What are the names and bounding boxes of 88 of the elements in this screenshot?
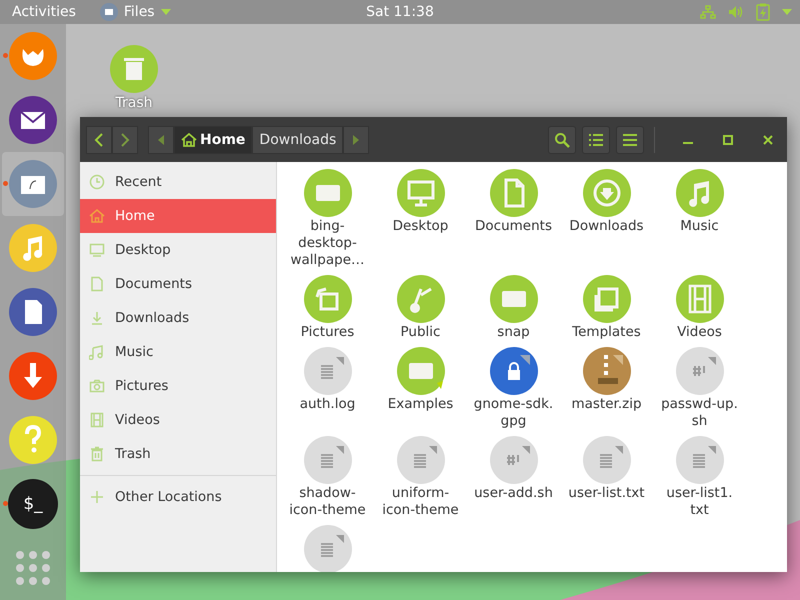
network-icon[interactable] [700,5,716,19]
file-name[interactable]: Pictures [282,324,374,341]
triangle-left-icon [158,134,164,144]
text-file-icon[interactable] [304,436,352,484]
sidebar-item[interactable]: Pictures [80,369,276,403]
minimize-icon [683,142,693,144]
file-name[interactable]: user-add.sh [468,485,560,502]
search-button[interactable] [548,126,576,154]
path-left-button[interactable] [148,126,174,154]
forward-button[interactable] [112,126,138,154]
sidebar-item[interactable]: Documents [80,267,276,301]
home-icon [181,132,197,146]
picture-folder-icon[interactable] [304,275,352,323]
file-name[interactable]: Templates [560,324,652,341]
template-folder-icon[interactable] [582,275,630,323]
sidebar-item[interactable]: Other Locations [80,480,276,514]
chevron-right-icon [120,132,130,146]
monitor-folder-icon[interactable] [396,169,444,217]
maximize-icon [723,134,733,144]
folder-icon[interactable] [490,275,538,323]
music-icon [89,344,105,360]
file-name[interactable]: Downloads [560,218,652,235]
file-name[interactable]: auth.log [282,396,374,413]
film-folder-icon[interactable] [676,275,724,323]
script-file-icon[interactable] [676,347,724,395]
lock-file-icon[interactable] [490,347,538,395]
path-right-button[interactable] [343,126,370,154]
file-name[interactable]: Documents [468,218,560,235]
script-file-icon[interactable] [490,436,538,484]
file-name[interactable]: snap [468,324,560,341]
folder-icon[interactable] [396,347,444,395]
zip-file-icon[interactable] [582,347,630,395]
home-icon [89,208,105,224]
path-segment[interactable]: Downloads [252,126,344,154]
chevron-left-icon [94,132,104,146]
share-folder-icon[interactable] [396,275,444,323]
camera-icon [89,378,105,394]
music-folder-icon[interactable] [676,169,724,217]
sidebar-item[interactable]: Videos [80,403,276,437]
document-folder-icon[interactable] [490,169,538,217]
menu-icon [623,134,637,146]
file-name[interactable]: Public [374,324,466,341]
text-file-icon[interactable] [304,525,352,572]
menu-button[interactable] [616,126,644,154]
sidebar-item[interactable]: Downloads [80,301,276,335]
film-icon [89,412,105,428]
caret-icon[interactable] [782,9,792,15]
app-grid-icon[interactable] [16,551,50,585]
download-icon [89,310,105,326]
download-folder-icon[interactable] [582,169,630,217]
caret-icon [160,9,171,15]
search-icon [554,132,570,148]
file-name[interactable]: user-list1. txt [654,485,746,519]
list-view-button[interactable] [582,126,610,154]
sidebar-item[interactable]: Desktop [80,233,276,267]
folder-icon[interactable] [304,169,352,217]
text-file-icon[interactable] [582,436,630,484]
sidebar-item[interactable]: Music [80,335,276,369]
path-segment[interactable]: Home [174,126,252,154]
file-name[interactable]: user-list.txt [560,485,652,502]
volume-icon[interactable] [728,5,744,19]
text-file-icon[interactable] [676,436,724,484]
file-name[interactable]: Desktop [374,218,466,235]
file-name[interactable]: passwd-up. sh [654,396,746,430]
triangle-right-icon [353,134,360,144]
file-name[interactable]: gnome-sdk. gpg [468,396,560,430]
sidebar-item[interactable]: Recent [80,165,276,199]
clock-icon [89,174,105,190]
file-name[interactable]: bing- desktop- wallpape… [282,218,374,269]
file-name[interactable]: Videos [654,324,746,341]
trash-icon [89,446,105,462]
monitor-icon [89,242,105,258]
text-file-icon[interactable] [396,436,444,484]
trash-icon[interactable] [110,45,158,93]
file-name[interactable]: Examples [374,396,466,413]
file-name[interactable]: uniform- icon-theme [374,485,466,519]
sidebar-item[interactable]: Trash [80,437,276,471]
file-name[interactable]: shadow- icon-theme [282,485,374,519]
close-icon [763,134,773,144]
files-icon [100,3,118,21]
plus-icon [89,489,105,505]
battery-icon[interactable] [756,3,770,21]
list-icon [589,134,603,146]
file-name[interactable]: Music [654,218,746,235]
back-button[interactable] [86,126,112,154]
text-file-icon[interactable] [304,347,352,395]
file-name[interactable]: master.zip [560,396,652,413]
document-icon [89,276,105,292]
